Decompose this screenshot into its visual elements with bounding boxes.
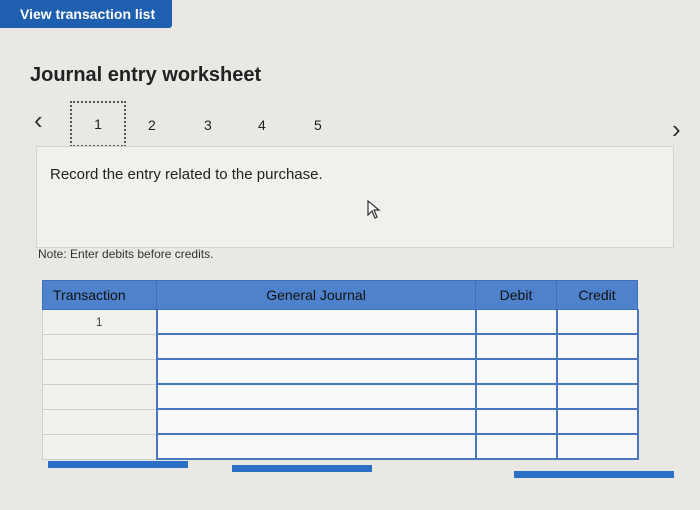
account-input[interactable] [155,309,477,335]
transaction-cell [42,433,157,460]
view-transaction-list-button[interactable]: View transaction list [0,0,172,28]
table-row [42,358,639,385]
account-input[interactable] [155,383,477,410]
credit-input[interactable] [555,333,639,360]
instruction-text: Record the entry related to the purchase… [50,166,323,183]
credit-input[interactable] [555,408,639,435]
note-text: Note: Enter debits before credits. [38,247,214,261]
step-2[interactable]: 2 [148,117,156,133]
step-label: 1 [94,116,102,132]
account-input[interactable] [155,408,477,435]
action-button-2[interactable] [232,465,372,472]
table-row [42,383,639,410]
debit-input[interactable] [474,383,558,410]
transaction-cell [42,333,157,360]
step-3[interactable]: 3 [204,117,212,133]
table-row [42,408,639,435]
table-row: 1 [42,309,639,335]
header-debit: Debit [475,280,557,310]
account-input[interactable] [155,333,477,360]
account-input[interactable] [155,358,477,385]
credit-input[interactable] [555,358,639,385]
account-input[interactable] [155,433,477,460]
credit-input[interactable] [555,309,639,335]
transaction-cell: 1 [42,309,157,335]
credit-input[interactable] [555,433,639,460]
step-1[interactable]: 1 [70,101,126,147]
step-4[interactable]: 4 [258,117,266,133]
action-button-1[interactable] [48,461,188,468]
chevron-right-icon[interactable]: › [672,116,681,142]
debit-input[interactable] [474,358,558,385]
instruction-panel [36,146,674,248]
journal-table: Transaction General Journal Debit Credit… [42,280,639,460]
chevron-left-icon[interactable]: ‹ [34,107,43,133]
header-transaction: Transaction [42,280,157,310]
step-5[interactable]: 5 [314,117,322,133]
table-row [42,333,639,360]
debit-input[interactable] [474,309,558,335]
debit-input[interactable] [474,408,558,435]
transaction-cell [42,408,157,435]
header-general-journal: General Journal [156,280,476,310]
table-row [42,433,639,460]
action-button-3[interactable] [514,471,674,478]
page-title: Journal entry worksheet [30,64,262,86]
debit-input[interactable] [474,433,558,460]
mouse-cursor-icon [367,200,381,219]
credit-input[interactable] [555,383,639,410]
transaction-cell [42,383,157,410]
transaction-cell [42,358,157,385]
debit-input[interactable] [474,333,558,360]
header-credit: Credit [556,280,638,310]
